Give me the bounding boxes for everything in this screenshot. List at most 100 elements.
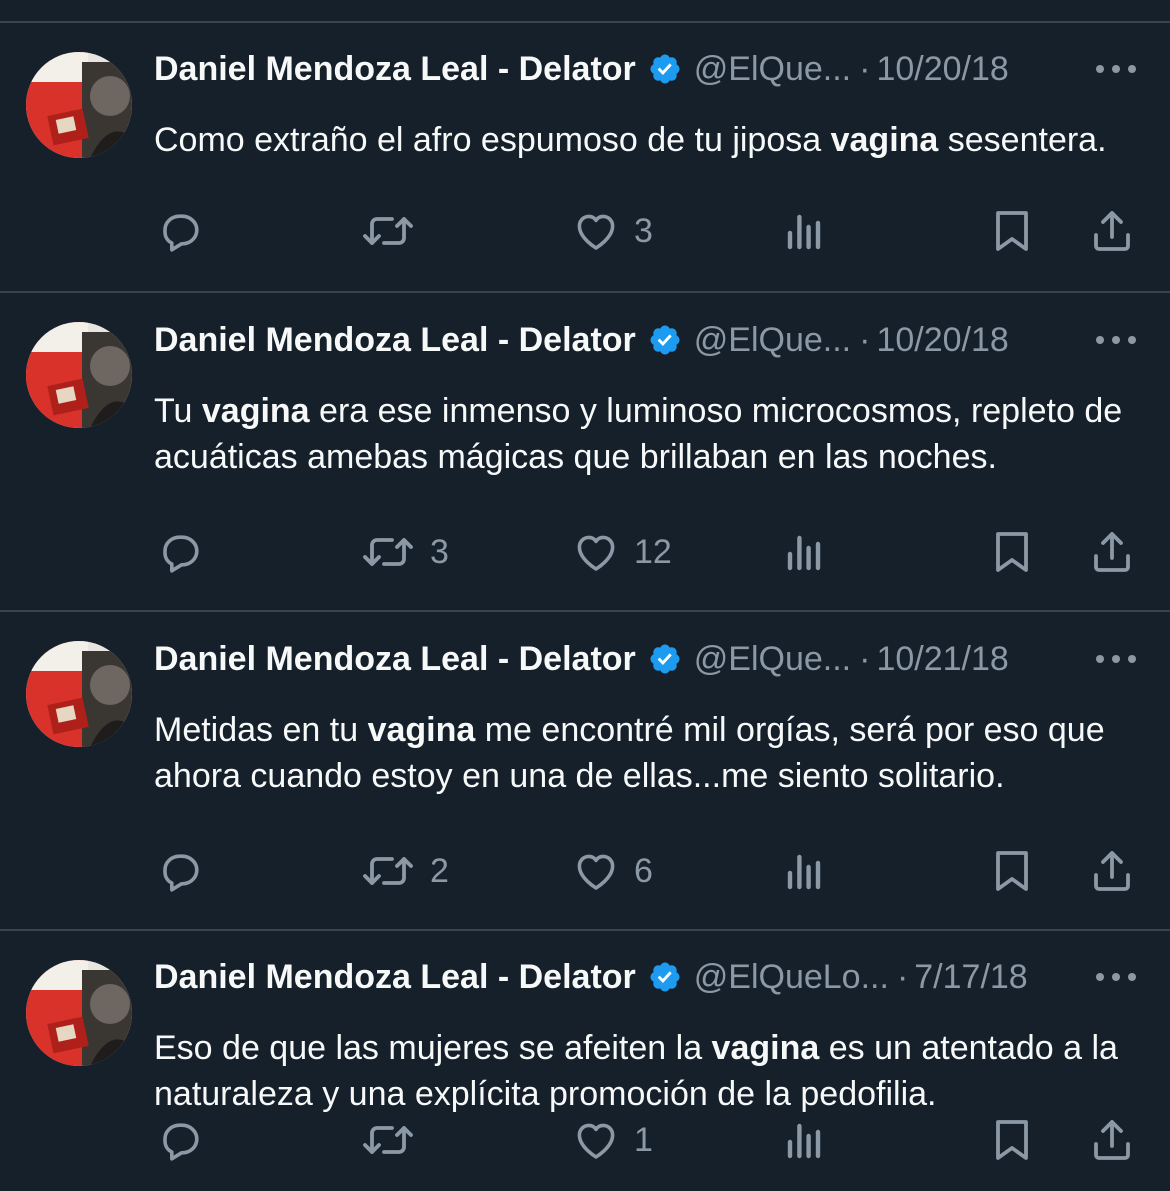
views-icon (780, 847, 828, 895)
verified-badge-icon (648, 323, 682, 357)
share-icon (1088, 528, 1136, 576)
share-button[interactable] (1088, 527, 1136, 577)
tweet[interactable]: Daniel Mendoza Leal - Delator @ElQueLo..… (0, 931, 1170, 1191)
tweet-date[interactable]: 10/21/18 (876, 640, 1008, 679)
heart-icon (572, 528, 620, 576)
tweet-date[interactable]: 10/20/18 (876, 321, 1008, 360)
like-button[interactable]: 1 (572, 1115, 653, 1165)
share-button[interactable] (1088, 206, 1136, 256)
bookmark-icon (990, 847, 1034, 895)
retweet-button[interactable] (360, 1115, 430, 1165)
avatar[interactable] (26, 322, 132, 428)
tweet-text-segment: sesentera. (938, 121, 1107, 159)
avatar[interactable] (26, 52, 132, 158)
share-button[interactable] (1088, 846, 1136, 896)
bookmark-icon (990, 1116, 1034, 1164)
like-button[interactable]: 6 (572, 846, 653, 896)
retweet-button[interactable] (360, 206, 430, 256)
views-button[interactable] (780, 206, 828, 256)
reply-icon (156, 847, 204, 895)
tweet-text: Metidas en tu vagina me encontré mil org… (154, 707, 1144, 799)
retweet-icon (360, 207, 416, 255)
retweet-count: 2 (430, 851, 449, 890)
author-name[interactable]: Daniel Mendoza Leal - Delator (154, 958, 636, 997)
bookmark-icon (990, 528, 1034, 576)
bookmark-button[interactable] (990, 206, 1034, 256)
separator-dot: · (859, 49, 871, 88)
reply-button[interactable] (156, 206, 218, 256)
reply-button[interactable] (156, 527, 218, 577)
reply-icon (156, 1116, 204, 1164)
tweet-actions: 2 6 (0, 846, 1170, 896)
tweet[interactable]: Daniel Mendoza Leal - Delator @ElQue... … (0, 23, 1170, 293)
retweet-icon (360, 1116, 416, 1164)
separator-dot: · (859, 320, 871, 359)
tweet[interactable]: Daniel Mendoza Leal - Delator @ElQue... … (0, 293, 1170, 612)
bookmark-button[interactable] (990, 1115, 1034, 1165)
tweet-header: Daniel Mendoza Leal - Delator @ElQueLo..… (154, 955, 1028, 999)
highlighted-term: vagina (711, 1029, 820, 1067)
tweet-text: Eso de que las mujeres se afeiten la vag… (154, 1025, 1144, 1117)
share-icon (1088, 847, 1136, 895)
separator-dot: · (859, 639, 871, 678)
heart-icon (572, 1116, 620, 1164)
tweet-text-segment: Como extraño el afro espumoso de tu jipo… (154, 121, 831, 159)
author-handle[interactable]: @ElQue... (694, 50, 851, 89)
views-button[interactable] (780, 846, 828, 896)
author-handle[interactable]: @ElQue... (694, 640, 851, 679)
share-button[interactable] (1088, 1115, 1136, 1165)
like-button[interactable]: 12 (572, 527, 672, 577)
retweet-button[interactable]: 2 (360, 846, 449, 896)
tweet-actions: 3 (0, 206, 1170, 256)
author-name[interactable]: Daniel Mendoza Leal - Delator (154, 50, 636, 89)
retweet-count: 3 (430, 532, 449, 571)
tweet[interactable]: Daniel Mendoza Leal - Delator @ElQue... … (0, 612, 1170, 931)
reply-icon (156, 528, 204, 576)
tweet-date[interactable]: 7/17/18 (914, 958, 1027, 997)
heart-icon (572, 847, 620, 895)
tweet-text-segment: Tu (154, 392, 202, 430)
bookmark-button[interactable] (990, 527, 1034, 577)
views-button[interactable] (780, 1115, 828, 1165)
retweet-icon (360, 528, 416, 576)
bookmark-button[interactable] (990, 846, 1034, 896)
tweet-text-segment: Metidas en tu (154, 711, 368, 749)
retweet-icon (360, 847, 416, 895)
views-icon (780, 1116, 828, 1164)
heart-icon (572, 207, 620, 255)
tweet-header: Daniel Mendoza Leal - Delator @ElQue... … (154, 637, 1009, 681)
views-button[interactable] (780, 527, 828, 577)
tweet-date[interactable]: 10/20/18 (876, 50, 1008, 89)
more-icon[interactable] (1096, 971, 1136, 983)
like-count: 6 (634, 851, 653, 890)
like-button[interactable]: 3 (572, 206, 653, 256)
highlighted-term: vagina (367, 711, 476, 749)
tweet-text: Como extraño el afro espumoso de tu jipo… (154, 117, 1144, 163)
avatar[interactable] (26, 641, 132, 747)
reply-button[interactable] (156, 846, 218, 896)
tweet-actions: 3 12 (0, 527, 1170, 577)
verified-badge-icon (648, 52, 682, 86)
more-icon[interactable] (1096, 63, 1136, 75)
author-handle[interactable]: @ElQue... (694, 321, 851, 360)
avatar[interactable] (26, 960, 132, 1066)
separator-dot: · (896, 957, 909, 996)
highlighted-term: vagina (830, 121, 939, 159)
retweet-button[interactable]: 3 (360, 527, 449, 577)
verified-badge-icon (648, 960, 682, 994)
more-icon[interactable] (1096, 653, 1136, 665)
share-icon (1088, 1116, 1136, 1164)
bookmark-icon (990, 207, 1034, 255)
tweet-text: Tu vagina era ese inmenso y luminoso mic… (154, 388, 1144, 480)
verified-badge-icon (648, 642, 682, 676)
reply-button[interactable] (156, 1115, 218, 1165)
author-name[interactable]: Daniel Mendoza Leal - Delator (154, 640, 636, 679)
author-name[interactable]: Daniel Mendoza Leal - Delator (154, 321, 636, 360)
author-handle[interactable]: @ElQueLo... (694, 958, 889, 997)
more-icon[interactable] (1096, 334, 1136, 346)
reply-icon (156, 207, 204, 255)
like-count: 1 (634, 1120, 653, 1159)
share-icon (1088, 207, 1136, 255)
tweet-actions: 1 (0, 1115, 1170, 1165)
like-count: 3 (634, 211, 653, 250)
